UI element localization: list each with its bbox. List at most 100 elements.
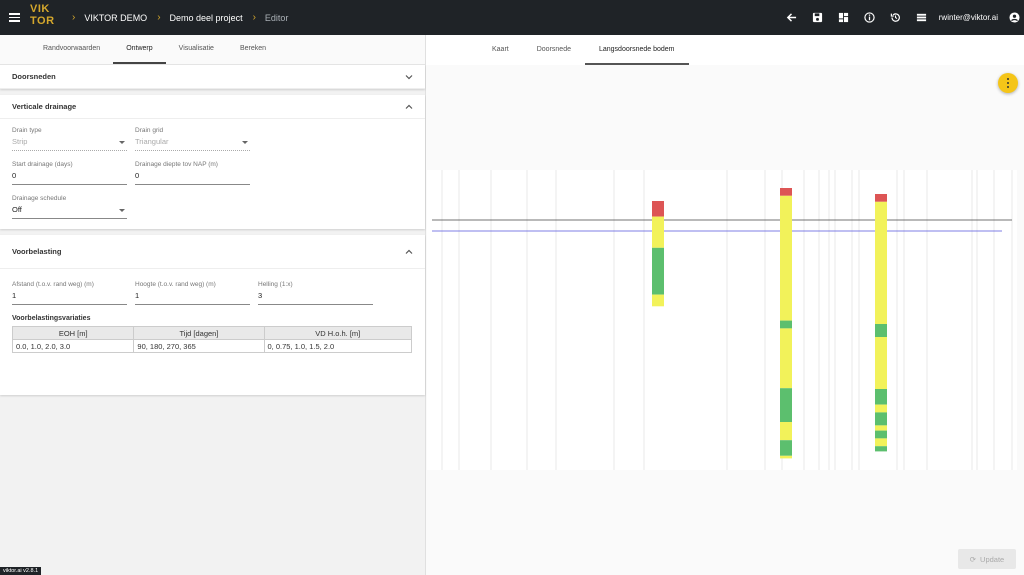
history-button[interactable] — [883, 0, 909, 35]
helling-label: Helling (1:x) — [258, 281, 293, 288]
dashboard-icon — [839, 12, 849, 23]
save-button[interactable] — [805, 0, 831, 35]
user-email[interactable]: rwinter@viktor.ai — [939, 13, 998, 22]
tab-ontwerp[interactable]: Ontwerp — [113, 35, 166, 64]
view-panel: Kaart Doorsnede Langsdoorsnede bodem ⟳ U… — [426, 35, 1024, 575]
dashboard-button[interactable] — [831, 0, 857, 35]
soil-layer — [780, 320, 792, 329]
start-drainage-input[interactable]: 0 — [12, 171, 127, 185]
hoogte-field: Hoogte (t.o.v. rand weg) (m) 1 — [135, 281, 250, 305]
soil-layer — [780, 388, 792, 422]
save-icon — [813, 12, 823, 23]
top-actions: rwinter@viktor.ai — [779, 0, 1024, 35]
afstand-input[interactable]: 1 — [12, 291, 127, 305]
update-button[interactable]: ⟳ Update — [958, 549, 1016, 569]
drain-grid-select: Triangular — [135, 137, 250, 151]
chevron-right-icon: › — [72, 12, 76, 23]
history-icon — [891, 13, 901, 22]
menu-icon[interactable] — [9, 13, 20, 22]
voorbelasting-table: EOH [m] Tijd [dagen] VD H.o.h. [m] 0.0, … — [11, 326, 413, 353]
account-icon — [1008, 12, 1020, 23]
start-drainage-field: Start drainage (days) 0 — [12, 161, 127, 185]
drainage-diepte-input[interactable]: 0 — [135, 171, 250, 185]
helling-field: Helling (1:x) 3 — [258, 281, 373, 305]
section-doorsneden: Doorsneden — [0, 65, 425, 89]
table-cell[interactable]: 90, 180, 270, 365 — [133, 339, 265, 353]
soil-layer — [652, 247, 664, 295]
drainage-schedule-select[interactable]: Off — [12, 205, 127, 219]
editor-tabs: Randvoorwaarden Ontwerp Visualisatie Ber… — [0, 35, 425, 65]
refresh-icon: ⟳ — [969, 554, 977, 564]
soil-layer — [780, 440, 792, 456]
version-badge: viktor.ai v2.8.1 — [0, 567, 42, 575]
editor-panel: Randvoorwaarden Ontwerp Visualisatie Ber… — [0, 35, 426, 575]
section-voorbelasting-header[interactable]: Voorbelasting — [0, 235, 425, 269]
drain-grid-field: Drain grid Triangular — [135, 127, 250, 151]
drainage-schedule-field: Drainage schedule Off — [12, 195, 127, 219]
section-drainage-header[interactable]: Verticale drainage — [0, 95, 425, 119]
chevron-up-icon — [405, 104, 413, 109]
breadcrumb-workspace[interactable]: VIKTOR DEMO — [84, 13, 147, 23]
tab-bereken[interactable]: Bereken — [227, 35, 279, 64]
section-verticale-drainage: Verticale drainage Drain type Strip Drai… — [0, 95, 425, 229]
tab-langsdoorsnede-bodem[interactable]: Langsdoorsnede bodem — [584, 35, 689, 65]
soil-layer — [875, 425, 887, 431]
list-icon — [917, 13, 927, 22]
table-cell[interactable]: 0, 0.75, 1.0, 1.5, 2.0 — [263, 339, 413, 353]
hoogte-label: Hoogte (t.o.v. rand weg) (m) — [135, 281, 216, 288]
column-header: EOH [m] — [11, 326, 135, 340]
drain-type-field: Drain type Strip — [12, 127, 127, 151]
info-button[interactable] — [857, 0, 883, 35]
section-voorbelasting: Voorbelasting Afstand (t.o.v. rand weg) … — [0, 235, 425, 395]
soil-layer — [875, 404, 887, 413]
breadcrumb-project[interactable]: Demo deel project — [170, 13, 243, 23]
drainage-schedule-label: Drainage schedule — [12, 195, 67, 202]
soil-layer — [875, 430, 887, 439]
soil-layer — [780, 328, 792, 389]
soil-layer — [875, 412, 887, 426]
drainage-diepte-field: Drainage diepte tov NAP (m) 0 — [135, 161, 250, 185]
viktor-logo[interactable]: VIK TOR — [30, 3, 56, 27]
chevron-down-icon — [405, 74, 413, 79]
tab-doorsnede[interactable]: Doorsnede — [523, 35, 585, 65]
soil-layer — [780, 422, 792, 441]
section-title: Verticale drainage — [12, 102, 77, 111]
jobs-button[interactable] — [909, 0, 935, 35]
top-bar: VIK TOR › VIKTOR DEMO › Demo deel projec… — [0, 0, 1024, 35]
start-drainage-label: Start drainage (days) — [12, 161, 73, 168]
chevron-right-icon: › — [252, 12, 256, 23]
back-button[interactable] — [779, 0, 805, 35]
tab-randvoorwaarden[interactable]: Randvoorwaarden — [30, 35, 113, 64]
update-label: Update — [980, 554, 1005, 564]
breadcrumb-editor: Editor — [264, 12, 289, 23]
account-button[interactable] — [1004, 0, 1024, 35]
soil-layer — [875, 324, 887, 337]
drainage-diepte-label: Drainage diepte tov NAP (m) — [135, 161, 218, 168]
section-title: Doorsneden — [12, 72, 56, 81]
section-doorsneden-header[interactable]: Doorsneden — [0, 65, 425, 89]
more-vert-icon — [1007, 77, 1009, 89]
column-header: Tijd [dagen] — [133, 326, 265, 340]
langsdoorsnede-plot — [427, 170, 1017, 470]
soil-layer — [780, 188, 792, 196]
chevron-right-icon: › — [157, 12, 161, 23]
tab-visualisatie[interactable]: Visualisatie — [166, 35, 227, 64]
arrow-left-icon — [787, 13, 797, 22]
hoogte-input[interactable]: 1 — [135, 291, 250, 305]
info-icon — [864, 12, 875, 23]
chevron-up-icon — [405, 249, 413, 254]
soil-layer — [875, 389, 887, 405]
table-row: 0.0, 1.0, 2.0, 3.0 90, 180, 270, 365 0, … — [11, 339, 413, 353]
table-cell[interactable]: 0.0, 1.0, 2.0, 3.0 — [11, 339, 135, 353]
more-options-button[interactable] — [998, 73, 1018, 93]
helling-input[interactable]: 3 — [258, 291, 373, 305]
soil-layer — [875, 201, 887, 324]
tab-kaart[interactable]: Kaart — [478, 35, 523, 65]
afstand-label: Afstand (t.o.v. rand weg) (m) — [12, 281, 94, 288]
soil-layer — [875, 337, 887, 389]
drain-grid-label: Drain grid — [135, 127, 164, 134]
soil-layer — [875, 446, 887, 452]
soil-profile-svg — [432, 170, 1013, 470]
soil-layer — [652, 216, 664, 248]
soil-layer — [780, 455, 792, 459]
